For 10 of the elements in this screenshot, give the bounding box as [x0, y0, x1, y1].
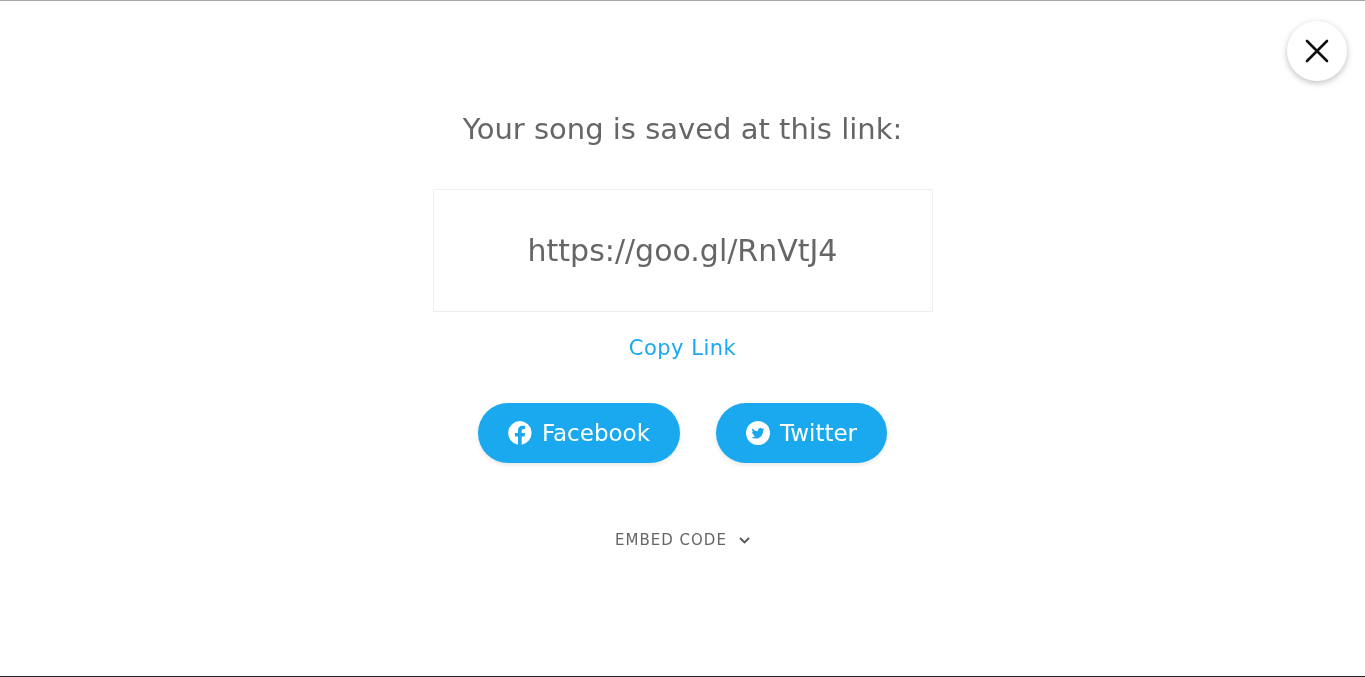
dialog-heading: Your song is saved at this link:	[462, 112, 903, 146]
embed-code-toggle[interactable]: EMBED CODE	[615, 529, 750, 551]
facebook-icon	[507, 421, 532, 445]
facebook-button[interactable]: Facebook	[477, 403, 680, 463]
copy-link[interactable]: Copy Link	[628, 336, 737, 360]
close-button[interactable]	[1287, 21, 1347, 81]
twitter-button[interactable]: Twitter	[716, 403, 888, 463]
close-icon	[1305, 39, 1329, 63]
bird-icon	[746, 421, 770, 445]
link-field[interactable]: https://goo.gl/RnVtJ4	[432, 189, 933, 312]
